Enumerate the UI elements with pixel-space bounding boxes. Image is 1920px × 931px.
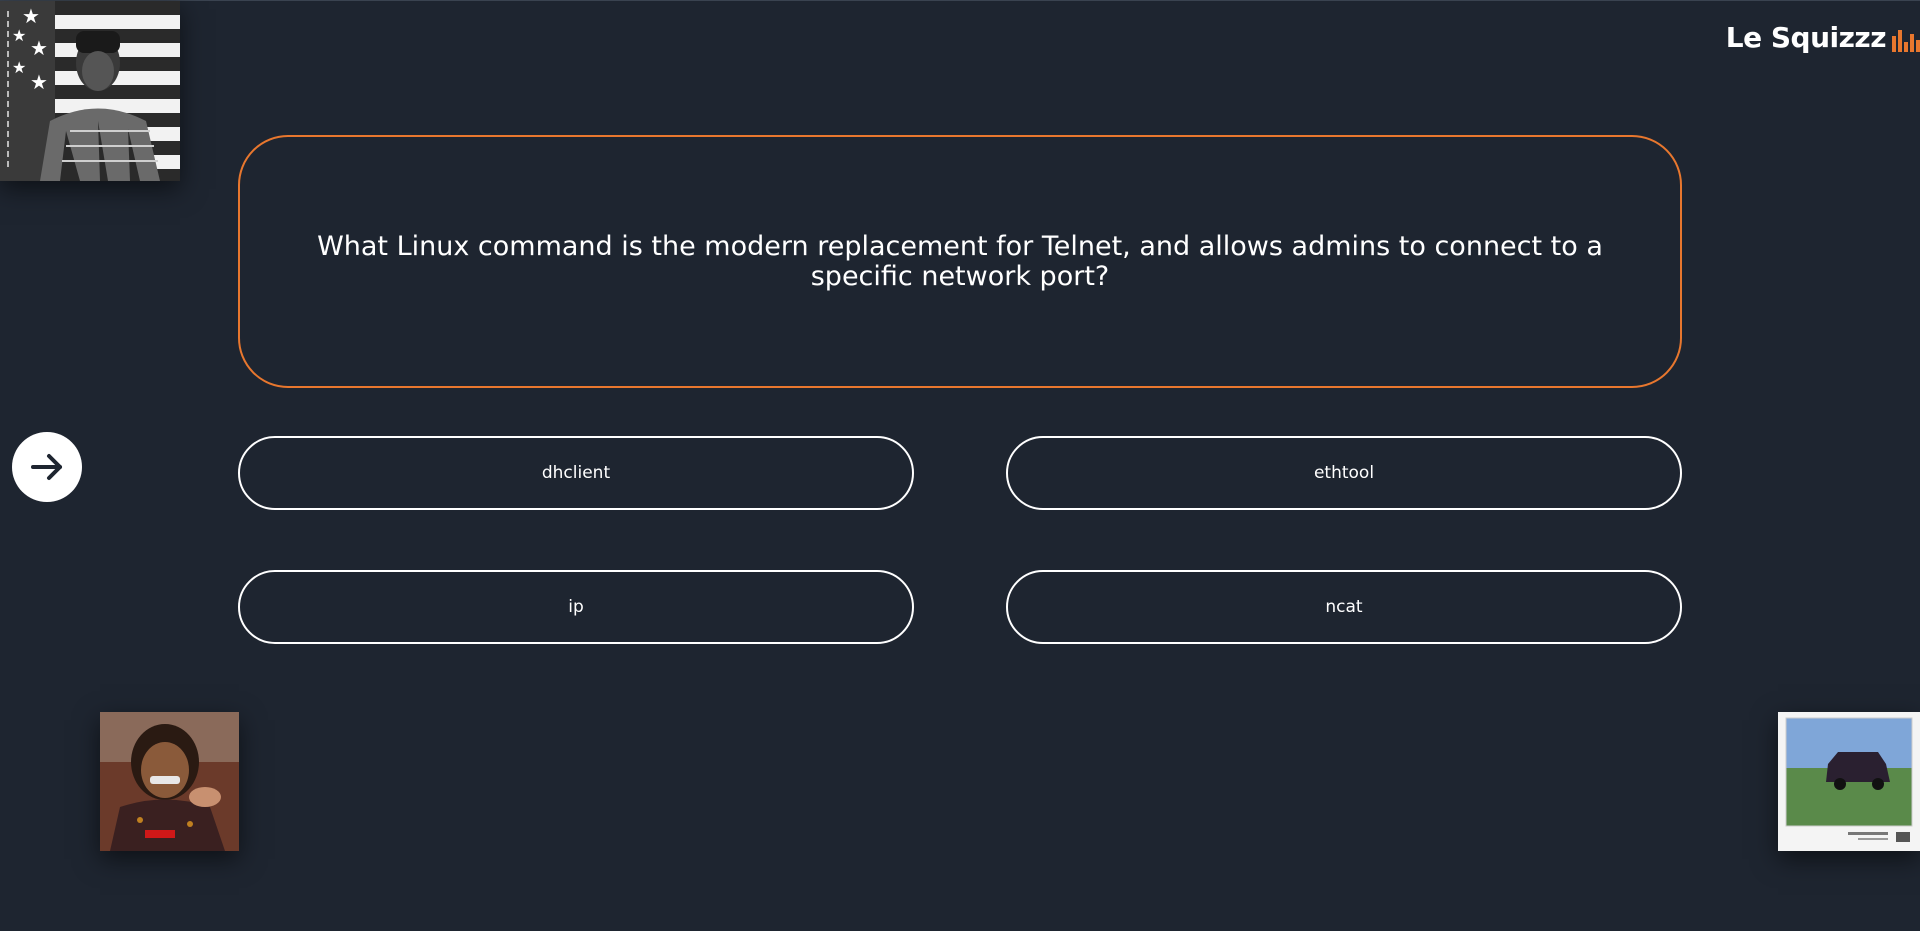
svg-text:★: ★ — [12, 26, 26, 45]
brand-logo: Le Squizzz — [1726, 21, 1920, 54]
svg-text:★: ★ — [30, 36, 48, 60]
album-cover-grin-portrait — [100, 712, 239, 851]
question-card: What Linux command is the modern replace… — [238, 135, 1682, 388]
answer-option-4[interactable]: ncat — [1006, 570, 1682, 644]
svg-text:★: ★ — [30, 70, 48, 94]
svg-text:★: ★ — [12, 58, 26, 77]
album-cover-van-photo — [1778, 712, 1920, 851]
quiz-page: Le Squizzz ★ ★ ★ ★ ★ What Linux command … — [0, 0, 1920, 931]
answer-option-3[interactable]: ip — [238, 570, 914, 644]
question-text: What Linux command is the modern replace… — [317, 230, 1603, 292]
brand-name: Le Squizzz — [1725, 21, 1887, 54]
equalizer-bars-icon — [1892, 29, 1920, 52]
next-button[interactable] — [12, 432, 82, 502]
arrow-right-icon — [31, 454, 62, 480]
svg-text:★: ★ — [22, 4, 40, 28]
answer-option-1[interactable]: dhclient — [238, 436, 914, 510]
answer-option-2[interactable]: ethtool — [1006, 436, 1682, 510]
album-cover-flag-portrait: ★ ★ ★ ★ ★ — [0, 1, 180, 181]
